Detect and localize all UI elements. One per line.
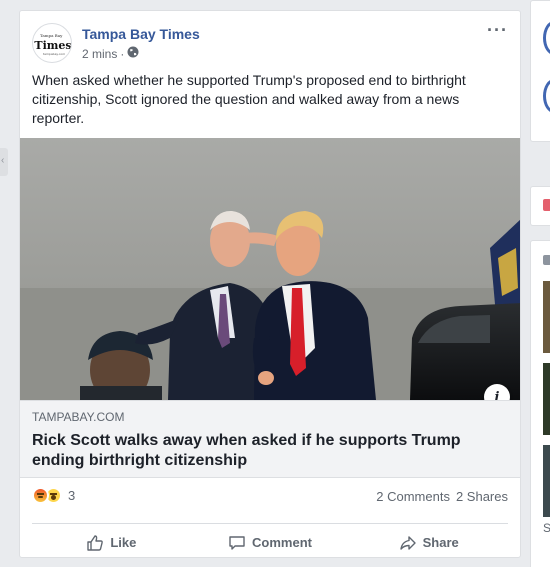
reaction-count: 3	[68, 488, 76, 503]
rail-section-icon	[543, 255, 550, 265]
comment-share-counts: 2 Comments 2 Shares	[376, 489, 508, 504]
post-meta: 2 mins ·	[82, 46, 139, 61]
link-preview[interactable]: TAMPABAY.COM Rick Scott walks away when …	[20, 400, 520, 478]
comments-count-link[interactable]: 2 Comments	[376, 489, 450, 504]
right-rail-panel-top	[530, 0, 550, 142]
svg-text:tampabay.com: tampabay.com	[43, 52, 65, 56]
svg-text:Tampa Bay: Tampa Bay	[40, 33, 63, 38]
like-label: Like	[110, 535, 137, 550]
meta-separator: ·	[120, 46, 125, 61]
post-message: When asked whether he supported Trump's …	[32, 72, 466, 126]
rail-thumbnail[interactable]	[543, 281, 550, 353]
link-domain: TAMPABAY.COM	[32, 410, 125, 424]
page-name-link[interactable]: Tampa Bay Times	[82, 26, 200, 42]
page-avatar[interactable]: Tampa Bay Times tampabay.com	[32, 23, 72, 63]
post-timestamp[interactable]: 2 mins	[82, 47, 117, 61]
comment-label: Comment	[252, 535, 312, 550]
gift-icon[interactable]	[543, 199, 550, 211]
right-rail-panel-bottom: S	[530, 240, 550, 567]
comment-bubble-icon	[228, 534, 246, 552]
logo-text: Times	[34, 39, 71, 52]
like-button[interactable]: Like	[32, 524, 191, 553]
angry-reaction-icon	[32, 487, 49, 504]
shares-count-link[interactable]: 2 Shares	[456, 489, 508, 504]
share-label: Share	[422, 535, 459, 550]
rail-avatar-ring[interactable]	[543, 21, 550, 55]
share-arrow-icon	[399, 534, 417, 552]
thumbs-up-icon	[86, 534, 104, 552]
rail-avatar-ring[interactable]	[543, 79, 550, 113]
post-header: Tampa Bay Times tampabay.com Tampa Bay T…	[32, 21, 508, 65]
link-title[interactable]: Rick Scott walks away when asked if he s…	[32, 431, 502, 471]
rail-thumbnail[interactable]	[543, 445, 550, 517]
globe-icon[interactable]	[127, 46, 139, 61]
reaction-summary[interactable]: 3	[32, 487, 75, 504]
news-feed-post: Tampa Bay Times tampabay.com Tampa Bay T…	[19, 10, 521, 558]
share-button[interactable]: Share	[349, 524, 508, 553]
rail-text: S	[543, 521, 550, 535]
engagement-stats: 3 2 Comments 2 Shares	[32, 487, 508, 507]
comment-button[interactable]: Comment	[191, 524, 350, 553]
post-actions: Like Comment Share	[32, 523, 508, 553]
more-options-icon[interactable]: ···	[487, 21, 508, 39]
link-preview-image[interactable]	[20, 138, 520, 400]
rail-thumbnail[interactable]	[543, 363, 550, 435]
chevron-left-icon: ‹	[1, 155, 5, 166]
right-rail-panel-mid	[530, 186, 550, 226]
